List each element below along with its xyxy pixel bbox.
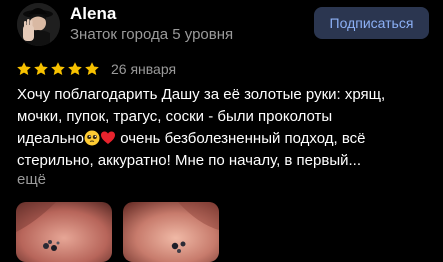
ear-piercing-photo-1 [16, 202, 112, 262]
review-text-line: мочки, пупок, трагус, соски - были проко… [17, 108, 333, 125]
star-icon [68, 62, 82, 75]
review-text-line: Хочу поблагодарить Дашу за её золотые ру… [17, 86, 386, 103]
review-text-line: стерильно, аккуратно! Мне по началу, в п… [17, 152, 361, 169]
more-link[interactable]: ещё [17, 171, 46, 188]
review-photo[interactable] [16, 202, 112, 262]
pleading-face-icon [84, 130, 100, 146]
review-photo[interactable] [123, 202, 219, 262]
star-icon [85, 62, 99, 75]
rating-stars [16, 61, 100, 77]
review-date: 26 января [111, 61, 177, 77]
star-icon [34, 62, 48, 75]
user-name[interactable]: Alena [70, 4, 116, 24]
review-text-line: идеально очень безболезненный подход, вс… [17, 128, 437, 150]
user-rank: Знаток города 5 уровня [70, 26, 234, 43]
review-text-fragment: идеально [17, 130, 85, 147]
review-text: Хочу поблагодарить Дашу за её золотые ру… [17, 84, 437, 172]
review-text-fragment: очень безболезненный подход, всё [120, 130, 366, 147]
subscribe-button[interactable]: Подписаться [314, 7, 429, 39]
ear-piercing-photo-2 [123, 202, 219, 262]
red-heart-icon [101, 131, 116, 144]
star-icon [51, 62, 65, 75]
avatar-hat-hand-icon [17, 3, 60, 46]
star-icon [17, 62, 31, 75]
review-card: Alena Знаток города 5 уровня Подписаться… [0, 0, 443, 262]
user-avatar[interactable] [17, 3, 60, 46]
